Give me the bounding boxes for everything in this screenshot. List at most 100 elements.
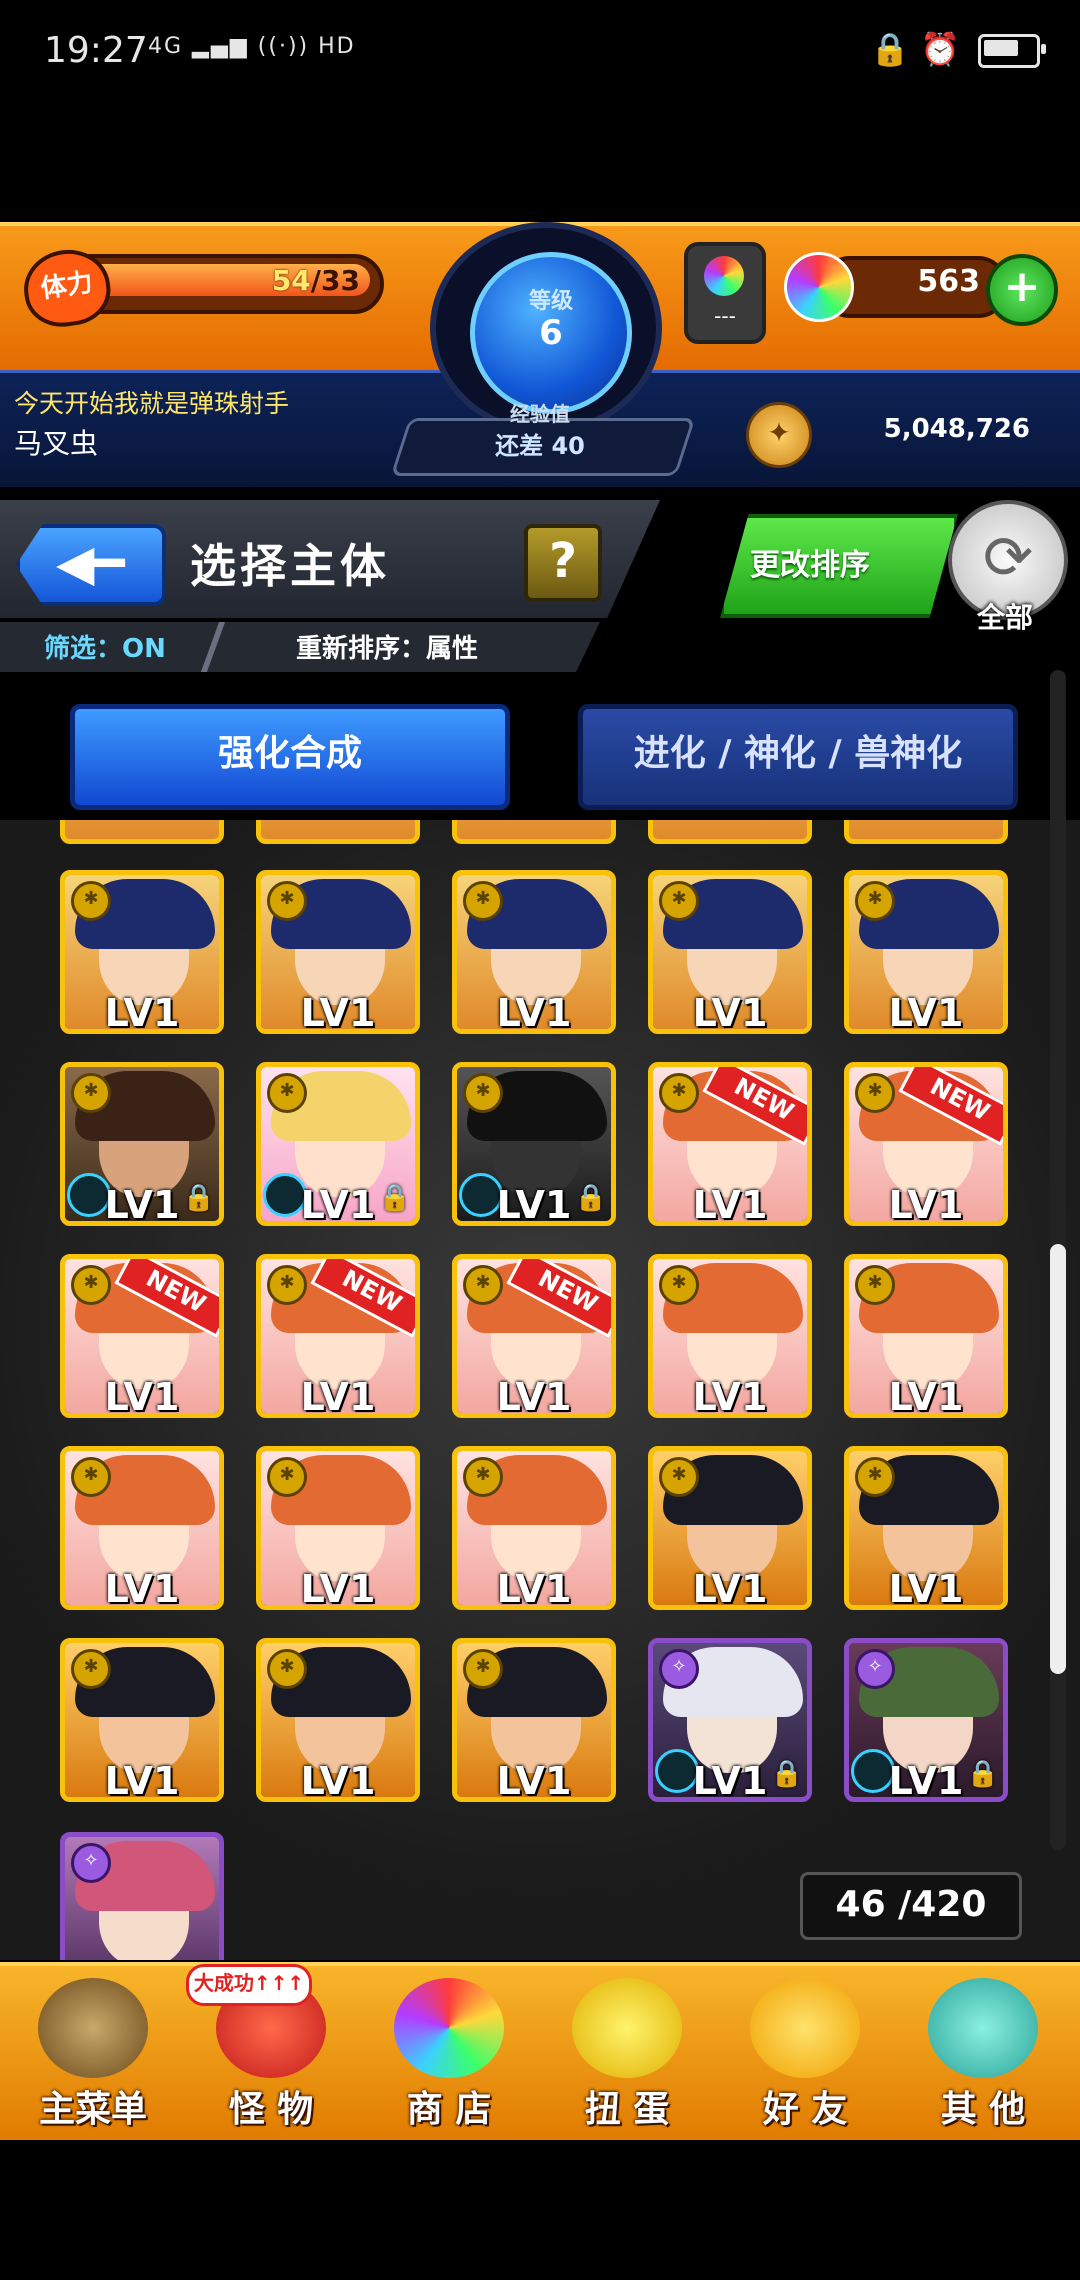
monster-card[interactable]: ✱ LV1 — [60, 870, 224, 1034]
monster-card[interactable]: ✧ 🔒 LV1 — [844, 1638, 1008, 1802]
back-arrow-icon: ◀━ — [56, 534, 125, 592]
exp-label: 经验值 — [510, 402, 570, 426]
monster-card[interactable]: ✱ LV1 — [452, 1446, 616, 1610]
question-icon — [928, 1978, 1038, 2078]
monster-level: LV1 — [496, 1375, 572, 1418]
monster-card-partial[interactable] — [844, 820, 1008, 844]
attribute-badge-icon: ✧ — [855, 1649, 895, 1689]
monster-level: LV1 — [104, 1375, 180, 1418]
nav-item[interactable]: 扭 蛋 — [540, 1968, 714, 2138]
attribute-badge-icon: ✱ — [71, 1457, 111, 1497]
gacha-machine-icon[interactable]: --- — [684, 242, 766, 344]
monster-card[interactable]: ✱ LV1 — [452, 1638, 616, 1802]
monster-card[interactable]: ✱ LV1 — [648, 1254, 812, 1418]
monster-card[interactable]: ✱ LV1 — [844, 1446, 1008, 1610]
gacha-orb-icon — [704, 256, 744, 296]
scroll-thumb[interactable] — [1050, 1244, 1066, 1674]
monster-card[interactable]: ✱ 🔒 LV1 — [256, 1062, 420, 1226]
monster-card[interactable]: ✧ 🔒 LV1 — [648, 1638, 812, 1802]
back-button[interactable]: ◀━ — [16, 524, 166, 606]
bottom-nav: 主菜单 怪 物 商 店 扭 蛋 好 友 其 他 — [0, 1962, 1080, 2144]
attribute-badge-icon: ✱ — [267, 1457, 307, 1497]
attribute-badge-icon: ✱ — [659, 1073, 699, 1113]
monster-level: LV1 — [300, 1183, 376, 1226]
monster-level: LV1 — [104, 1567, 180, 1610]
attribute-badge-icon: ✱ — [267, 1649, 307, 1689]
monster-card[interactable]: ✱ NEW LV1 — [256, 1254, 420, 1418]
monster-card[interactable]: ✱ 🔒 LV1 — [452, 1062, 616, 1226]
orb-count: 563 — [917, 264, 980, 299]
attribute-badge-icon: ✱ — [463, 1073, 503, 1113]
monster-level: LV1 — [692, 1567, 768, 1610]
rainbow-orb-icon — [394, 1978, 504, 2078]
nav-label: 主菜单 — [38, 2089, 147, 2130]
nav-label: 怪 物 — [228, 2089, 314, 2130]
monster-level: LV1 — [496, 991, 572, 1034]
monster-level: LV1 — [496, 1567, 572, 1610]
status-icons: 🔒 ⏰ — [870, 30, 1046, 68]
nav-label: 商 店 — [406, 2089, 492, 2130]
monster-level: LV1 — [104, 1759, 180, 1802]
monster-card-partial[interactable] — [648, 820, 812, 844]
monster-card[interactable]: ✱ 🔒 LV1 — [60, 1062, 224, 1226]
attribute-badge-icon: ✱ — [855, 1457, 895, 1497]
attribute-badge-icon: ✱ — [855, 881, 895, 921]
monster-level: LV1 — [888, 1375, 964, 1418]
level-label: 等级 — [528, 289, 573, 314]
signal-icon: 4G ▂▄▆ ((·)) HD — [148, 34, 356, 59]
monster-card[interactable]: ✱ LV1 — [648, 1446, 812, 1610]
monster-card-partial[interactable] — [60, 820, 224, 844]
monster-grid: ✱ LV1 ✱ LV1 ✱ LV1 ✱ LV1 ✱ LV1 ✱ 🔒 LV1 ✱ 🔒 LV1 ✱ 🔒 LV1 ✱ NEW L… — [0, 820, 1080, 1960]
help-button[interactable]: ? — [524, 524, 602, 602]
filter-toggle[interactable]: 筛选：ON — [44, 628, 166, 665]
friends-icon — [750, 1978, 860, 2078]
attribute-badge-icon: ✱ — [659, 1265, 699, 1305]
player-title: 今天开始我就是弹珠射手 — [14, 389, 290, 418]
attribute-badge-icon: ✧ — [71, 1843, 111, 1883]
all-label: 全部 — [976, 601, 1033, 634]
page-title: 选择主体 — [190, 539, 390, 593]
monster-card[interactable]: ✱ LV1 — [648, 870, 812, 1034]
monster-level: LV1 — [888, 991, 964, 1034]
scrollbar[interactable] — [1050, 670, 1066, 1850]
nav-item[interactable]: 好 友 — [718, 1968, 892, 2138]
nav-item[interactable]: 商 店 — [362, 1968, 536, 2138]
monster-card[interactable]: ✱ NEW LV1 — [648, 1062, 812, 1226]
monster-card[interactable]: ✱ NEW LV1 — [60, 1254, 224, 1418]
status-time: 19:27 — [44, 30, 148, 71]
monster-card[interactable]: ✱ NEW LV1 — [452, 1254, 616, 1418]
monster-card[interactable]: ✱ LV1 — [844, 1254, 1008, 1418]
add-orbs-button[interactable]: + — [986, 254, 1058, 326]
tab-evolve[interactable]: 进化 / 神化 / 兽神化 — [578, 704, 1018, 810]
monster-card-partial[interactable] — [452, 820, 616, 844]
monster-card[interactable]: ✧ — [60, 1832, 224, 1960]
monster-level: LV1 — [496, 1183, 572, 1226]
monster-card[interactable]: ✱ LV1 — [60, 1446, 224, 1610]
monster-card[interactable]: ✱ NEW LV1 — [844, 1062, 1008, 1226]
monster-card[interactable]: ✱ LV1 — [256, 870, 420, 1034]
castle-icon — [38, 1978, 148, 2078]
gold-count: 5,048,726 — [883, 414, 1030, 444]
monster-level: LV1 — [692, 1375, 768, 1418]
monster-card-partial[interactable] — [256, 820, 420, 844]
sort-label[interactable]: 重新排序：属性 — [296, 628, 478, 665]
nav-item[interactable]: 主菜单 — [6, 1968, 180, 2138]
attribute-badge-icon: ✱ — [659, 1457, 699, 1497]
nav-label: 好 友 — [762, 2089, 848, 2130]
monster-level: LV1 — [888, 1567, 964, 1610]
monster-card[interactable]: ✱ LV1 — [844, 870, 1008, 1034]
monster-level: LV1 — [692, 1759, 768, 1802]
attribute-badge-icon: ✱ — [71, 1649, 111, 1689]
monster-level: LV1 — [300, 991, 376, 1034]
attribute-badge-icon: ✱ — [267, 1073, 307, 1113]
level-value: 6 — [539, 313, 563, 353]
nav-item[interactable]: 其 他 — [896, 1968, 1070, 2138]
monster-card[interactable]: ✱ LV1 — [452, 870, 616, 1034]
monster-card[interactable]: ✱ LV1 — [256, 1638, 420, 1802]
monster-card[interactable]: ✱ LV1 — [60, 1638, 224, 1802]
monster-level: LV1 — [888, 1183, 964, 1226]
player-name: 马叉虫 — [14, 427, 99, 460]
tab-enhance[interactable]: 强化合成 — [70, 704, 510, 810]
monster-card[interactable]: ✱ LV1 — [256, 1446, 420, 1610]
system-nav-area — [0, 2140, 1080, 2280]
